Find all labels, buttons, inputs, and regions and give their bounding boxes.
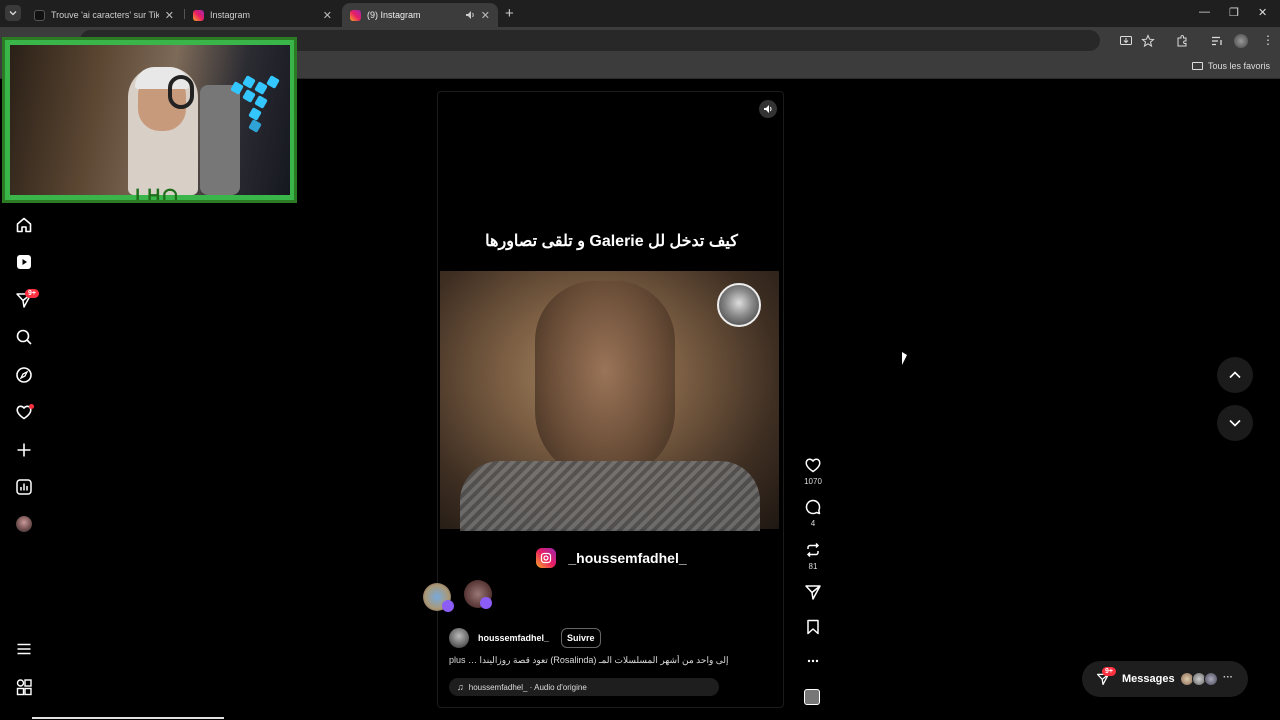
follow-button[interactable]: Suivre (561, 628, 601, 648)
create-plus-icon[interactable] (15, 441, 33, 459)
tab-instagram-active[interactable]: (9) Instagram ✕ (342, 3, 498, 27)
media-control-icon[interactable] (1210, 34, 1224, 48)
messages-label: Messages (1122, 673, 1175, 685)
chevron-down-icon (1229, 419, 1241, 427)
minimize-button[interactable]: — (1199, 6, 1210, 18)
page-load-progress (32, 717, 224, 719)
folder-icon (1191, 62, 1203, 70)
extensions-icon[interactable] (1175, 34, 1189, 48)
heart-icon[interactable] (804, 456, 822, 474)
repost-count: 81 (808, 562, 818, 571)
audio-thumbnail[interactable] (804, 689, 820, 705)
tiktok-icon (34, 9, 45, 21)
audio-pill[interactable]: ♫ houssemfadhel_ · Audio d'origine (449, 678, 719, 696)
tab-instagram[interactable]: Instagram ✕ (185, 3, 340, 27)
webcam-overlay: ᒪᕼᗝ (2, 37, 297, 203)
watermark-handle: _houssemfadhel_ (568, 550, 687, 566)
messages-badge: 9+ (1102, 667, 1116, 676)
sound-toggle-button[interactable] (759, 100, 777, 118)
chevron-up-icon (1229, 371, 1241, 379)
like-count: 1070 (804, 477, 822, 486)
tab-title: Instagram (210, 10, 251, 20)
collab-badge-icon (480, 597, 492, 609)
share-action[interactable] (802, 583, 824, 601)
reel-video-frame[interactable] (440, 271, 779, 531)
headphones-icon (168, 75, 194, 109)
tab-tiktok[interactable]: Trouve 'ai caracters' sur TikTok | ✕ (26, 3, 182, 27)
instagram-icon (193, 9, 204, 21)
like-action[interactable]: 1070 (802, 456, 824, 486)
all-bookmarks-label: Tous les favoris (1207, 61, 1270, 71)
instagram-icon (536, 548, 557, 568)
browser-tab-bar: Trouve 'ai caracters' sur TikTok | ✕ Ins… (0, 0, 1280, 27)
bookmark-icon[interactable] (804, 618, 822, 636)
speaker-icon[interactable] (465, 10, 475, 20)
streamer-logo: ᒪᕼᗝ (135, 186, 180, 203)
tab-search-button[interactable] (5, 5, 21, 21)
messages-dock[interactable]: 9+ Messages ··· (1082, 661, 1248, 697)
comment-icon[interactable] (804, 498, 822, 516)
repost-action[interactable]: 81 (802, 541, 824, 571)
dashboard-icon[interactable] (15, 478, 33, 496)
star-icon[interactable] (1141, 34, 1155, 48)
close-icon[interactable]: ✕ (165, 9, 174, 22)
comment-action[interactable]: 4 (802, 498, 824, 528)
tab-title: Trouve 'ai caracters' sur TikTok | (51, 10, 159, 20)
restore-button[interactable]: ❐ (1229, 6, 1239, 19)
close-icon[interactable]: ✕ (481, 9, 490, 22)
webcam-scene (10, 45, 290, 195)
collab-badge-icon (442, 600, 454, 612)
creator-avatar-overlay (717, 283, 761, 327)
notifications-badge: 9+ (25, 289, 39, 298)
reel-player[interactable]: كيف تدخل لل Galerie و تلقى تصاورها _hous… (437, 91, 784, 708)
reel-description[interactable]: plus … تعود قصة روزاليندا (Rosalinda) إل… (449, 655, 774, 666)
reel-overlay-caption: كيف تدخل لل Galerie و تلقى تصاورها (485, 233, 738, 250)
profile-avatar[interactable] (1234, 34, 1248, 48)
author-username[interactable]: houssemfadhel_ (478, 633, 549, 643)
music-note-icon: ♫ (457, 682, 464, 692)
save-action[interactable] (802, 618, 824, 636)
search-icon[interactable] (15, 328, 33, 346)
all-bookmarks-button[interactable]: Tous les favoris (1191, 61, 1270, 71)
menu-hamburger-icon[interactable] (15, 640, 33, 658)
comment-count: 4 (810, 519, 816, 528)
speaker-icon (764, 105, 772, 113)
audio-label: houssemfadhel_ · Audio d'origine (468, 682, 587, 692)
conversation-avatar (1204, 672, 1218, 686)
close-icon[interactable]: ✕ (323, 9, 332, 22)
chevron-down-icon (9, 11, 17, 16)
install-app-icon[interactable] (1119, 34, 1133, 48)
more-options-action[interactable] (802, 652, 824, 670)
profile-avatar[interactable] (16, 516, 32, 532)
tab-title: (9) Instagram (367, 10, 421, 20)
more-horizontal-icon[interactable] (804, 652, 822, 670)
new-tab-button[interactable]: + (505, 5, 514, 22)
home-icon[interactable] (15, 216, 33, 234)
activity-dot (29, 404, 34, 409)
close-window-button[interactable]: ✕ (1258, 6, 1267, 19)
reel-watermark: _houssemfadhel_ (438, 548, 783, 568)
author-avatar[interactable] (449, 628, 469, 648)
apps-grid-icon[interactable] (15, 678, 33, 696)
send-icon[interactable] (804, 583, 822, 601)
reels-icon[interactable] (15, 253, 33, 271)
next-reel-button[interactable] (1217, 405, 1253, 441)
repost-icon[interactable] (804, 541, 822, 559)
mouse-cursor (902, 352, 907, 365)
previous-reel-button[interactable] (1217, 357, 1253, 393)
instagram-icon (350, 9, 361, 21)
more-horizontal-icon: ··· (1223, 672, 1233, 683)
explore-compass-icon[interactable] (15, 366, 33, 384)
reel-author-row: houssemfadhel_ Suivre (449, 628, 601, 648)
browser-menu-icon[interactable]: ⋮ (1262, 33, 1274, 47)
